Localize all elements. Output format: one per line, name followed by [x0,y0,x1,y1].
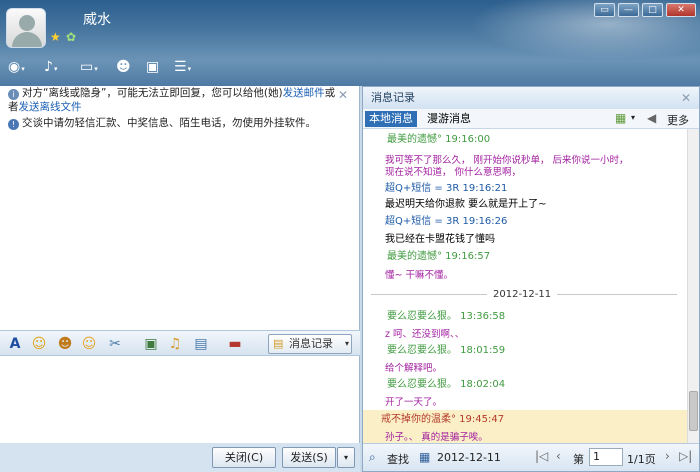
page-input[interactable]: 1 [589,448,623,466]
close-window-button[interactable]: ✕ [666,3,696,17]
font-icon[interactable]: A [6,335,24,353]
send-email-link[interactable]: 发送邮件 [283,87,325,99]
message-history-panel: 消息记录 ✕ 本地消息 漫游消息 ▦ ▾ ◀ 更多 最美的遗憾° 19:16:0… [362,86,700,472]
message-body: 最迟明天给你退款 要么就是开上了~ [385,199,547,210]
bottom-bar: 关闭(C) 发送(S) ▾ [0,443,360,472]
tab-roaming[interactable]: 漫游消息 [423,111,475,127]
history-tabs: 本地消息 漫游消息 ▦ ▾ ◀ 更多 [363,109,699,129]
tools-icon[interactable]: ▬ [226,335,244,353]
minimize-button[interactable]: — [618,3,639,17]
tab-local[interactable]: 本地消息 [365,111,417,127]
page-count: 1/1页 [627,453,656,466]
date-field[interactable]: 2012-12-11 [437,451,501,464]
avatar[interactable] [6,8,46,48]
history-panel-title: 消息记录 [363,87,699,109]
message-header: 戒不掉你的温柔° 19:45:47 [381,414,505,425]
video-icon[interactable]: ◉▾ [8,58,25,76]
message-header: 超Q+短信 = 3R 19:16:26 [385,216,508,227]
chevron-down-icon[interactable]: ▾ [345,335,349,353]
speaker-icon[interactable]: ◀ [647,111,656,125]
close-button[interactable]: 关闭(C) [212,447,276,468]
history-label: 消息记录 [289,337,333,350]
status-icon: ✿ [66,30,77,44]
screen-icon[interactable]: ▣ [146,58,159,76]
message-body: 我已经在卡盟花钱了懂吗 [385,234,495,245]
contact-name: 威水 [83,12,111,28]
message-list: 最美的遗憾° 19:16:00 我可等不了那么久， 刚开始你说秒单， 后来你说一小… [363,129,687,443]
scrollbar[interactable] [687,129,699,443]
offline-notice: i 对方“离线或隐身”，可能无法立即回复，您可以给他(她)发送邮件或者发送离线文件 [8,86,341,114]
message-header: 要么忍要么狠。 18:01:59 [387,345,506,356]
message-body: z 呵、还没到啊、、 [385,329,465,340]
more-button[interactable]: 更多 [667,112,689,128]
message-header: 最美的遗憾° 19:16:00 [387,134,491,145]
message-header: 最美的遗憾° 19:16:57 [387,251,491,262]
calendar-icon[interactable]: ▦ [419,450,430,464]
last-page-icon[interactable]: ▷| [679,449,692,463]
screenshot-icon[interactable]: ✂ [106,335,124,353]
message-history-button[interactable]: ▤ 消息记录 ▾ [268,334,352,354]
emoji-icon[interactable]: ☺ [30,335,48,353]
safety-notice: ! 交谈中请勿轻信汇款、中奖信息、陌生电话，勿使用外挂软件。 [8,116,341,130]
message-body: 现在说不知道， 你什么意思啊， [385,167,522,178]
message-header: 要么忍要么狠。 13:36:58 [387,311,506,322]
next-page-icon[interactable]: › [665,449,670,463]
page-prefix: 第 [573,453,584,466]
close-panel-icon[interactable]: ✕ [681,91,691,105]
history-icon: ▤ [273,337,284,350]
message-input[interactable] [0,356,360,443]
star-icon: ★ [50,30,61,44]
message-header: 超Q+短信 = 3R 19:16:21 [385,183,508,194]
send-offline-file-link[interactable]: 发送离线文件 [19,101,82,113]
format-toolbar: A ☺ ☻ ☺ ✂ ▣ ♫ ▤ ▬ ▤ 消息记录 ▾ [0,330,360,356]
message-body: 开了一天了。 [385,397,443,408]
music-icon[interactable]: ♫ [166,335,184,353]
first-page-icon[interactable]: |◁ [535,449,548,463]
maximize-button[interactable]: □ [642,3,663,17]
message-body: 给个解释吧。 [385,363,443,374]
manager-icon[interactable]: ▦ [615,111,626,125]
shield-icon: ! [8,119,19,130]
history-footer: ⌕ 查找 ▦ 2012-12-11 |◁ ‹ 第 1 1/1页 › ▷| [363,443,699,471]
info-icon: i [8,89,19,100]
image-icon[interactable]: ▣ [142,335,160,353]
skin-button[interactable]: ▭ [594,3,615,17]
remote-icon[interactable]: ☻ [116,58,131,76]
safety-text: 交谈中请勿轻信汇款、中奖信息、陌生电话，勿使用外挂软件。 [22,117,316,129]
chevron-down-icon[interactable]: ▾ [631,113,635,122]
chat-display: i 对方“离线或隐身”，可能无法立即回复，您可以给他(她)发送邮件或者发送离线文件… [0,86,360,330]
message-header: 要么忍要么狠。 18:02:04 [387,379,506,390]
message-body: 孙子。、 真的是骗子唉。 [385,432,488,443]
prev-page-icon[interactable]: ‹ [556,449,561,463]
date-separator: 2012-12-11 [487,288,558,301]
file-icon[interactable]: ▭▾ [80,58,98,76]
find-button[interactable]: 查找 [387,451,409,467]
message-body: 懂~ 干嘛不懂。 [385,270,453,281]
close-notice-icon[interactable]: ✕ [338,88,348,102]
app-icon[interactable]: ☰▾ [174,58,191,76]
title-header: 威水 ★ ✿ ▭ — □ ✕ ◉▾ ♪▾ ▭▾ ☻ ▣ ☰▾ [0,0,700,86]
send-button[interactable]: 发送(S) [282,447,336,468]
microphone-icon[interactable]: ♪▾ [44,58,57,76]
scroll-thumb[interactable] [689,391,698,431]
magic-emoji-icon[interactable]: ☻ [56,335,74,353]
send-options-button[interactable]: ▾ [337,447,355,468]
search-icon: ⌕ [369,450,376,464]
shake-icon[interactable]: ▤ [192,335,210,353]
notice-text: 对方“离线或隐身”，可能无法立即回复，您可以给他(她) [22,87,283,99]
wink-icon[interactable]: ☺ [80,335,98,353]
